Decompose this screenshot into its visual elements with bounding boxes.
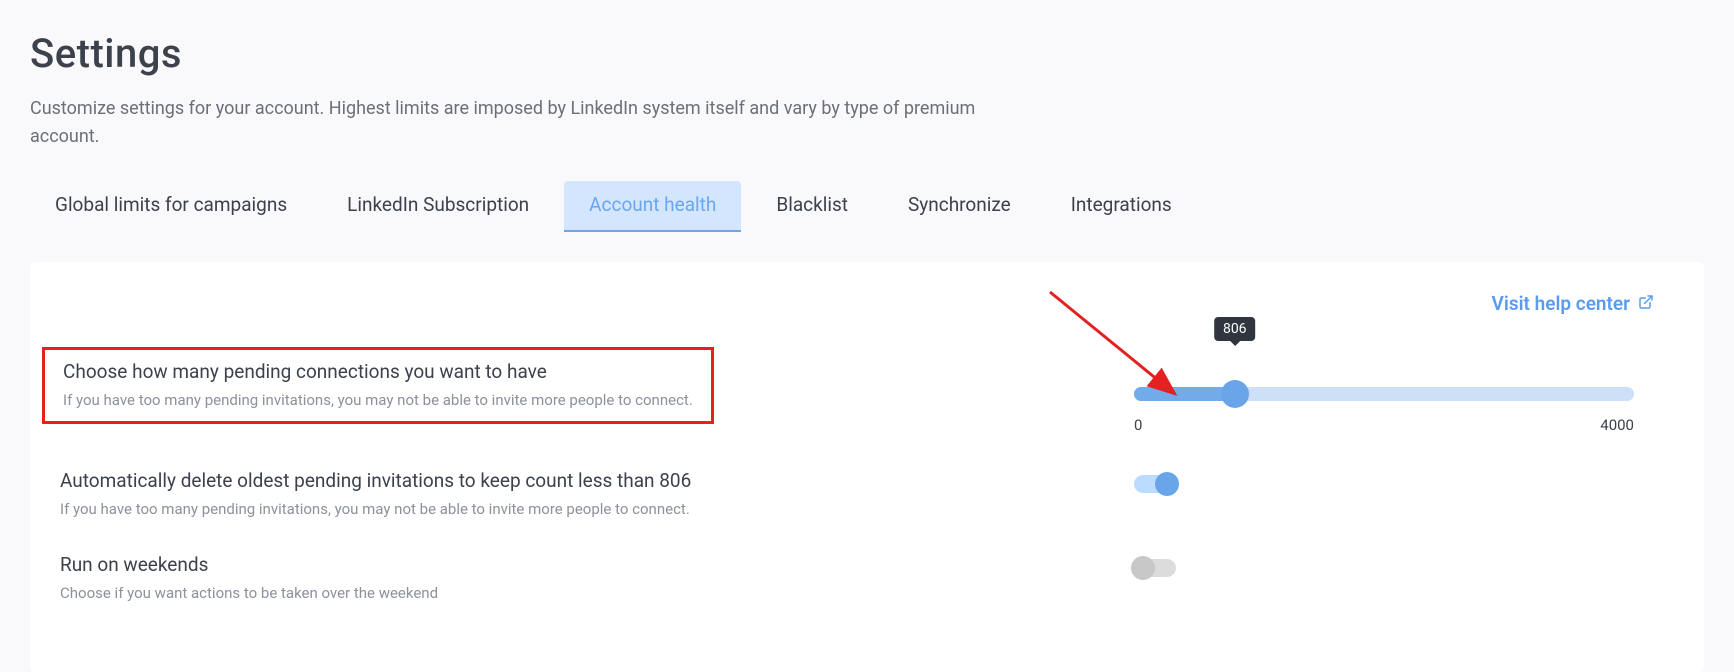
toggle-knob [1155, 472, 1179, 496]
visit-help-center-link[interactable]: Visit help center [1492, 292, 1654, 315]
slider-track[interactable] [1134, 387, 1634, 401]
auto-delete-toggle[interactable] [1134, 475, 1176, 493]
help-link-label: Visit help center [1492, 292, 1630, 315]
tab-blacklist[interactable]: Blacklist [751, 181, 873, 232]
page-title: Settings [30, 30, 1704, 77]
pending-connections-slider[interactable]: 806 0 4000 [1134, 347, 1634, 434]
pending-connections-description: If you have too many pending invitations… [63, 391, 693, 409]
tab-global-limits-for-campaigns[interactable]: Global limits for campaigns [30, 181, 312, 232]
tab-synchronize[interactable]: Synchronize [883, 181, 1036, 232]
slider-value-tooltip: 806 [1214, 317, 1256, 341]
tab-linkedin-subscription[interactable]: LinkedIn Subscription [322, 181, 554, 232]
settings-panel: Visit help center Choose how many pendin… [30, 262, 1704, 672]
auto-delete-title: Automatically delete oldest pending invi… [60, 469, 691, 492]
tab-account-health[interactable]: Account health [564, 181, 741, 232]
toggle-knob [1131, 556, 1155, 580]
auto-delete-control [1134, 469, 1654, 493]
page-subtitle: Customize settings for your account. Hig… [30, 95, 1010, 151]
weekends-toggle[interactable] [1134, 559, 1176, 577]
tab-integrations[interactable]: Integrations [1046, 181, 1197, 232]
external-link-icon [1638, 292, 1654, 315]
highlight-annotation-box: Choose how many pending connections you … [42, 347, 714, 424]
pending-connections-title: Choose how many pending connections you … [63, 360, 693, 383]
pending-connections-row: Choose how many pending connections you … [60, 292, 1654, 454]
slider-max-label: 4000 [1600, 416, 1634, 434]
weekends-title: Run on weekends [60, 553, 438, 576]
auto-delete-row: Automatically delete oldest pending invi… [60, 454, 1654, 538]
slider-thumb[interactable] [1221, 380, 1249, 408]
auto-delete-description: If you have too many pending invitations… [60, 500, 691, 518]
slider-min-label: 0 [1134, 416, 1142, 434]
weekends-description: Choose if you want actions to be taken o… [60, 584, 438, 602]
weekends-control [1134, 553, 1654, 577]
tabs-bar: Global limits for campaignsLinkedIn Subs… [30, 181, 1704, 232]
pending-connections-control: 806 0 4000 [1134, 347, 1654, 434]
weekends-row: Run on weekends Choose if you want actio… [60, 538, 1654, 622]
slider-fill [1134, 387, 1235, 401]
